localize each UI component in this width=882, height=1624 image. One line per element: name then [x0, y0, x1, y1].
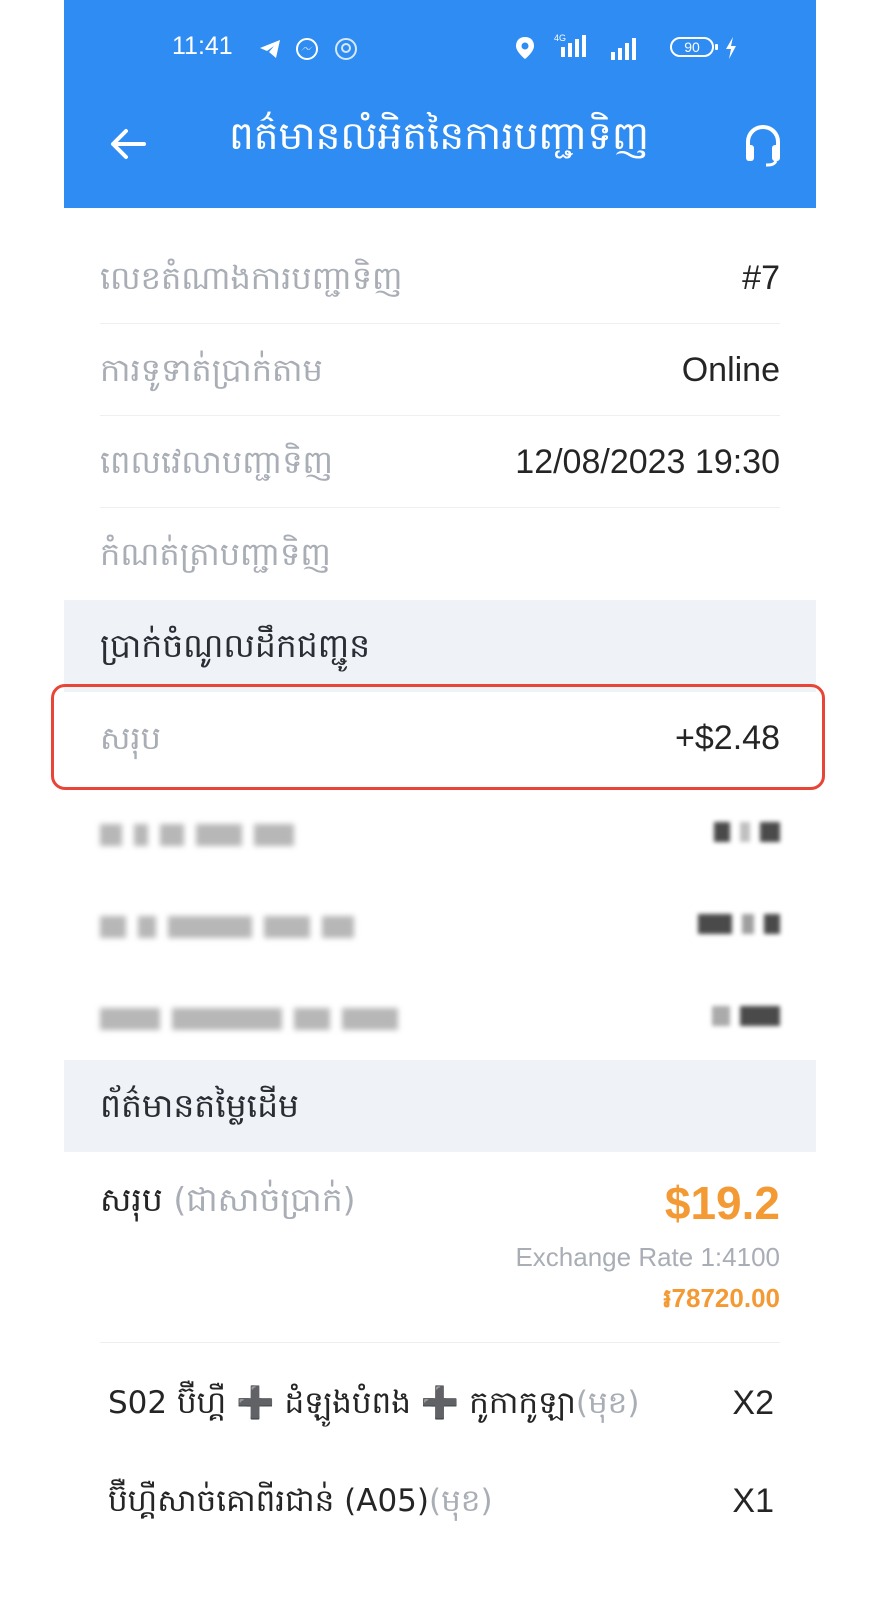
location-icon — [514, 36, 536, 64]
order-note-row: កំណត់ត្រាបញ្ជាទិញ — [64, 508, 816, 600]
redacted-value — [714, 822, 780, 842]
customer-support-button[interactable] — [733, 114, 793, 174]
riel-total-amount: ៛78720.00 — [663, 1283, 780, 1313]
headset-icon — [746, 124, 780, 167]
order-item: ប៊ឺហ្គឺសាច់គោពីរជាន់ (A05)(មុខ) X1 — [108, 1456, 774, 1546]
order-time-row: ពេលវេលាបញ្ជាទិញ 12/08/2023 19:30 — [64, 416, 816, 508]
delivery-income-title: ប្រាក់ចំណូលដឹកជញ្ជូន — [100, 626, 371, 665]
order-item-title: S02 ប៊ឺហ្គឺ ➕ ដំឡូងបំពង ➕ កូកាកូឡា — [108, 1385, 576, 1421]
highlight-box — [51, 684, 825, 790]
order-number-label: លេខតំណាងការបញ្ជាទិញ — [100, 259, 403, 297]
top-app-bar: 11:41 4G 90 ពត៌មានលំអិតនៃការបញ្ជាទិញ — [64, 0, 816, 208]
order-item-unit: (មុខ) — [429, 1483, 493, 1519]
order-time-value: 12/08/2023 19:30 — [515, 443, 780, 481]
order-item-quantity: X1 — [732, 1482, 774, 1520]
arrow-left-icon — [111, 129, 146, 159]
back-button[interactable] — [98, 116, 158, 172]
network-4g-icon: 4G — [553, 31, 595, 65]
charging-icon — [724, 36, 738, 64]
exchange-rate: Exchange Rate 1:4100 — [515, 1242, 780, 1272]
redacted-row — [64, 792, 816, 884]
signal-strength-icon — [609, 34, 645, 66]
redacted-label — [100, 824, 294, 850]
order-item: S02 ប៊ឺហ្គឺ ➕ ដំឡូងបំពង ➕ កូកាកូឡា(មុខ) … — [108, 1358, 774, 1448]
order-detail-screen: 11:41 4G 90 ពត៌មានលំអិតនៃការបញ្ជាទិញ លេខ… — [64, 0, 816, 1624]
order-item-unit: (មុខ) — [575, 1385, 640, 1421]
cost-items-divider — [100, 1342, 780, 1343]
order-number-row: លេខតំណាងការបញ្ជាទិញ #7 — [64, 232, 816, 324]
payment-method-value: Online — [681, 351, 780, 389]
cost-info-title: ព័ត៌មានតម្លៃដើម — [100, 1086, 299, 1125]
order-number-value: #7 — [742, 259, 780, 297]
redacted-row — [64, 976, 816, 1068]
cost-total-amount: $19.2 — [664, 1177, 780, 1229]
redacted-value — [698, 914, 780, 934]
cost-total-label: សរុប (ជាសាច់ប្រាក់) — [100, 1180, 356, 1228]
redacted-value — [712, 1006, 780, 1026]
svg-text:4G: 4G — [554, 33, 566, 43]
redacted-label — [100, 1008, 398, 1034]
order-time-label: ពេលវេលាបញ្ជាទិញ — [100, 443, 333, 481]
battery-indicator: 90 — [670, 37, 718, 57]
delivery-income-section-header: ប្រាក់ចំណូលដឹកជញ្ជូន — [64, 600, 816, 692]
order-item-title: ប៊ឺហ្គឺសាច់គោពីរជាន់ (A05) — [108, 1483, 429, 1519]
cost-info-section-header: ព័ត៌មានតម្លៃដើម — [64, 1060, 816, 1152]
page-title: ពត៌មានលំអិតនៃការបញ្ជាទិញ — [228, 114, 650, 159]
telegram-icon — [258, 38, 282, 64]
payment-method-label: ការទូទាត់ប្រាក់តាម — [100, 351, 323, 389]
status-time: 11:41 — [172, 32, 233, 60]
redacted-label — [100, 916, 354, 942]
order-note-label: កំណត់ត្រាបញ្ជាទិញ — [100, 535, 331, 573]
messenger-icon — [295, 37, 319, 65]
cost-payment-note: (ជាសាច់ប្រាក់) — [173, 1180, 356, 1219]
cost-total-text: សរុប — [100, 1180, 163, 1219]
redacted-row — [64, 884, 816, 976]
order-item-quantity: X2 — [732, 1384, 774, 1422]
order-item-name: ប៊ឺហ្គឺសាច់គោពីរជាន់ (A05)(មុខ) — [108, 1456, 493, 1546]
order-item-name: S02 ប៊ឺហ្គឺ ➕ ដំឡូងបំពង ➕ កូកាកូឡា(មុខ) — [108, 1358, 639, 1448]
payment-method-row: ការទូទាត់ប្រាក់តាម Online — [64, 324, 816, 416]
notification-app-icon — [334, 37, 358, 65]
status-bar: 11:41 4G 90 — [64, 22, 816, 82]
